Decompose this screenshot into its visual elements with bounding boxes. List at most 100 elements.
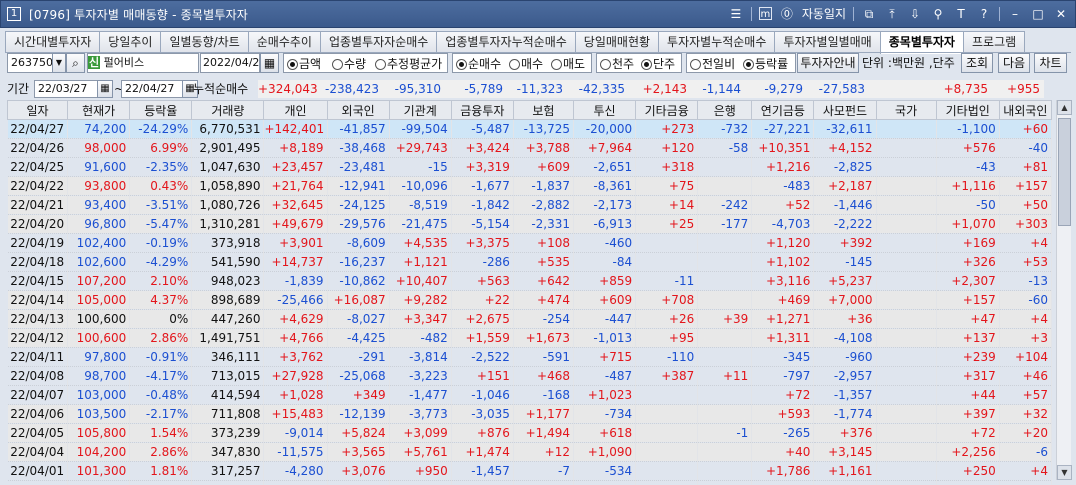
column-header[interactable]: 기관계 — [388, 100, 452, 120]
period-from-input[interactable]: 22/03/27 — [34, 80, 98, 98]
column-header[interactable]: 연기금등 — [751, 100, 815, 120]
column-header[interactable]: 외국인 — [326, 100, 390, 120]
table-row[interactable]: 22/04/08 98,700 -4.17% 713,015 +27,928 -25,06… — [7, 366, 1053, 386]
cumulative-sum-cell: -95,310 — [394, 82, 441, 96]
table-row[interactable]: 22/04/12 100,600 2.86% 1,491,751 +4,766 -4,42… — [7, 328, 1053, 348]
column-header[interactable]: 은행 — [697, 100, 753, 120]
radio-single-shares[interactable]: 단주 — [641, 55, 675, 73]
table-cell — [876, 157, 937, 177]
radio-change-rate[interactable]: 등락률 — [743, 55, 788, 73]
calendar-icon[interactable]: ▦ — [97, 80, 113, 98]
scroll-up-icon[interactable]: ▲ — [1057, 100, 1072, 115]
close-icon[interactable]: ✕ — [1053, 6, 1069, 22]
stock-name-field[interactable]: 신 펄어비스 — [87, 53, 199, 73]
maximize-icon[interactable]: □ — [1030, 6, 1046, 22]
column-header[interactable]: 거래량 — [191, 100, 265, 120]
column-header[interactable]: 기타법인 — [935, 100, 1000, 120]
table-row[interactable]: 22/04/15 107,200 2.10% 948,023 -1,839 -10,862… — [7, 271, 1053, 291]
chevron-down-icon[interactable]: ▼ — [52, 53, 66, 73]
table-cell: +7,000 — [813, 290, 877, 310]
query-button[interactable]: 조회 — [961, 53, 993, 73]
vertical-scrollbar[interactable]: ▲ ▼ — [1056, 100, 1072, 480]
autoday-label[interactable]: 자동일지 — [802, 5, 846, 22]
tab-item[interactable]: 업종별투자자누적순매수 — [436, 31, 576, 53]
tab-item[interactable]: 당일매매현황 — [574, 31, 660, 53]
table-row[interactable]: 22/04/27 74,200 -24.29% 6,770,531 +142,401 -4… — [7, 119, 1053, 139]
scroll-down-icon[interactable]: ▼ — [1057, 465, 1072, 480]
column-header[interactable]: 보험 — [512, 100, 575, 120]
calendar-icon[interactable]: ▦ — [260, 53, 279, 73]
radio-buy[interactable]: 매수 — [509, 55, 543, 73]
period-to-input[interactable]: 22/04/27 — [121, 80, 183, 98]
table-row[interactable]: 22/04/13 100,600 0% 447,260 +4,629 -8,027 +3,3… — [7, 309, 1053, 329]
radio-avg-price[interactable]: 추정평균가 — [375, 55, 442, 73]
radio-dot — [641, 58, 652, 70]
radio-quantity[interactable]: 수량 — [332, 55, 366, 73]
column-header[interactable]: 사모펀드 — [813, 100, 877, 120]
table-row[interactable]: 22/04/18 102,600 -4.29% 541,590 +14,737 -16,2… — [7, 252, 1053, 272]
table-row[interactable]: 22/04/26 98,000 6.99% 2,901,495 +8,189 -38,46… — [7, 138, 1053, 158]
table-row[interactable]: 22/04/04 104,200 2.86% 347,830 -11,575 +3,565… — [7, 442, 1053, 462]
table-row[interactable]: 22/04/05 105,800 1.54% 373,239 -9,014 +5,824 +… — [7, 423, 1053, 443]
next-button[interactable]: 다음 — [998, 53, 1030, 73]
column-header[interactable]: 투신 — [572, 100, 637, 120]
tab-item[interactable]: 시간대별투자자 — [5, 31, 101, 53]
table-row[interactable]: 22/03/3199,500-2.07%470,677+12,236-8,085… — [7, 480, 1053, 485]
table-row[interactable]: 22/04/25 91,600 -2.35% 1,047,630 +23,457 -23,… — [7, 157, 1053, 177]
tab-item[interactable]: 당일추이 — [99, 31, 162, 53]
column-header[interactable]: 내외국인 — [998, 100, 1053, 120]
table-cell: +40 — [751, 442, 815, 462]
menu-icon[interactable]: ☰ — [728, 6, 744, 22]
pushpin-icon[interactable]: ⚲ — [930, 6, 946, 22]
radio-sell[interactable]: 매도 — [551, 55, 585, 73]
tab-item[interactable]: 프로그램 — [962, 31, 1026, 53]
column-header[interactable]: 등락율 — [129, 100, 193, 120]
table-cell: +52 — [751, 195, 815, 215]
column-header[interactable]: 일자 — [6, 100, 69, 120]
radio-thousand-shares[interactable]: 천주 — [600, 55, 634, 73]
stock-code-input[interactable]: 263750 — [7, 53, 53, 73]
table-row[interactable]: 22/04/20 96,800 -5.47% 1,310,281 +49,679 -29,… — [7, 214, 1053, 234]
search-icon[interactable]: ⌕ — [66, 53, 85, 73]
table-row[interactable]: 22/04/19 102,400 -0.19% 373,918 +3,901 -8,609… — [7, 233, 1053, 253]
tab-item[interactable]: 투자자별일별매매 — [774, 31, 881, 53]
table-row[interactable]: 22/04/07 103,000 -0.48% 414,594 +1,028 +349 -1… — [7, 385, 1053, 405]
investor-guide-button[interactable]: 투자자안내 — [797, 53, 859, 73]
table-row[interactable]: 22/04/22 93,800 0.43% 1,058,890 +21,764 -12,9… — [7, 176, 1053, 196]
radio-amount[interactable]: 금액 — [287, 55, 321, 73]
link-window-icon[interactable]: ⧉ — [861, 6, 877, 22]
tab-item[interactable]: 일별동향/차트 — [160, 31, 249, 53]
font-size-icon[interactable]: T — [953, 6, 969, 22]
tab-item[interactable]: 순매수추이 — [247, 31, 321, 53]
memo-icon[interactable]: m — [758, 7, 772, 20]
table-row[interactable]: 22/04/11 97,800 -0.91% 346,111 +3,762 -291 -3,… — [7, 347, 1053, 367]
table-cell: 447,260 — [191, 309, 265, 329]
column-header[interactable]: 금융투자 — [450, 100, 514, 120]
table-cell — [635, 404, 699, 424]
date-input[interactable]: 2022/04/27 — [200, 53, 266, 73]
pin-top-icon[interactable]: ⤒ — [884, 6, 900, 22]
table-cell: 1,310,281 — [191, 214, 265, 234]
autoday-icon[interactable]: ⓪ — [779, 6, 795, 22]
column-header[interactable]: 국가 — [875, 100, 937, 120]
column-header[interactable]: 현재가 — [67, 100, 131, 120]
table-row[interactable]: 22/04/14 105,000 4.37% 898,689 -25,466 +16,08… — [7, 290, 1053, 310]
column-header[interactable]: 기타금융 — [635, 100, 699, 120]
scroll-thumb[interactable] — [1058, 118, 1071, 226]
table-row[interactable]: 22/04/21 93,400 -3.51% 1,080,726 +32,645 -24,… — [7, 195, 1053, 215]
column-header[interactable]: 개인 — [263, 100, 328, 120]
minimize-icon[interactable]: – — [1007, 6, 1023, 22]
chart-button[interactable]: 차트 — [1034, 53, 1067, 73]
radio-prev-day[interactable]: 전일비 — [690, 55, 735, 73]
table-cell: -286 — [451, 252, 514, 272]
table-row[interactable]: 22/04/06 103,500 -2.17% 711,808 +15,483 -12,1… — [7, 404, 1053, 424]
table-row[interactable]: 22/04/01 101,300 1.81% 317,257 -4,280 +3,076 +… — [7, 461, 1053, 481]
download-icon[interactable]: ⇩ — [907, 6, 923, 22]
table-cell: -3,773 — [389, 404, 452, 424]
radio-net-buy[interactable]: 순매수 — [456, 55, 501, 73]
table-cell: -11,575 — [263, 442, 328, 462]
tab-item[interactable]: 투자자별누적순매수 — [658, 31, 776, 53]
tab-item[interactable]: 업종별투자자순매수 — [319, 31, 438, 53]
tab-item[interactable]: 종목별투자자 — [879, 31, 964, 54]
help-icon[interactable]: ? — [976, 6, 992, 22]
